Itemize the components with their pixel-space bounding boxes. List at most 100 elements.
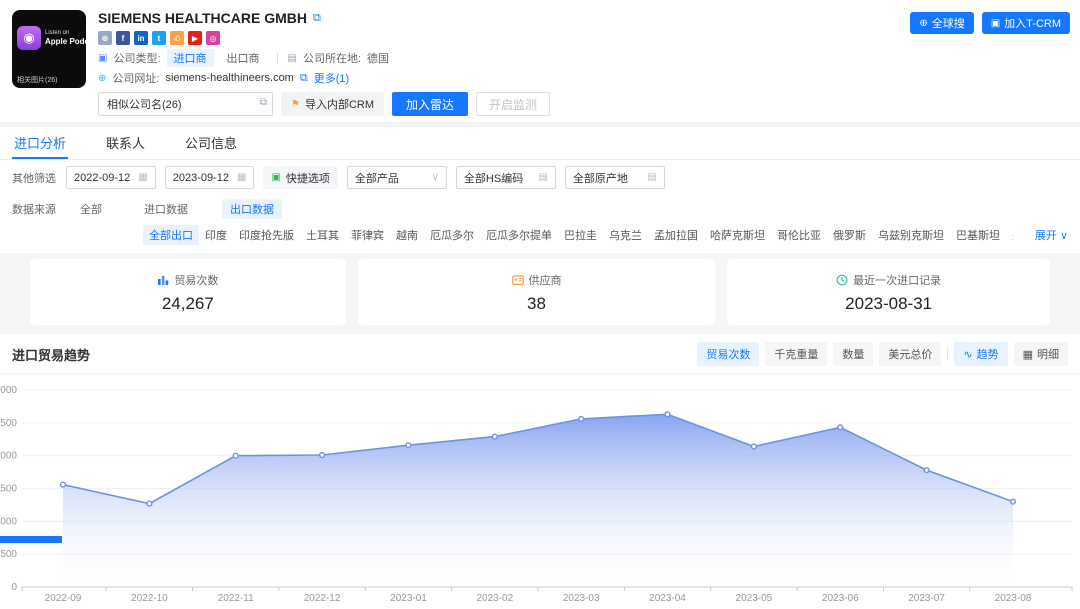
social-icon-twitter[interactable]: t <box>152 31 166 45</box>
country-tab[interactable]: 越南 <box>390 225 424 245</box>
filter-bar: 其他筛选 2022-09-12 ▦ 2023-09-12 ▦ ▣ 快捷选项 全部… <box>0 160 1080 195</box>
country-tab[interactable]: 厄瓜多尔 <box>424 225 480 245</box>
metric-toggle[interactable]: 千克重量 <box>765 342 827 366</box>
svg-text:3,000: 3,000 <box>0 385 17 396</box>
svg-text:2022-09: 2022-09 <box>45 593 82 604</box>
country-tab[interactable]: 乌克兰 <box>603 225 648 245</box>
logo-brand: Apple Podcasts <box>45 37 86 47</box>
country-tab[interactable]: 巴基斯坦 <box>950 225 1006 245</box>
datasource-option[interactable]: 全部 <box>72 199 110 219</box>
filter-label: 其他筛选 <box>12 170 56 186</box>
global-search-button[interactable]: ⊕ 全球搜 <box>910 12 973 34</box>
stat-value-last-import: 2023-08-31 <box>727 294 1050 314</box>
view-toggle-icon: ∿ <box>963 348 972 361</box>
country-tab[interactable]: 厄瓜多尔提单 <box>480 225 558 245</box>
clock-icon <box>836 274 848 286</box>
company-type-icon: ▣ <box>98 53 107 64</box>
svg-text:1,000: 1,000 <box>0 516 17 527</box>
link-icon[interactable]: ⧉ <box>260 97 267 108</box>
location-value: 德国 <box>367 50 389 66</box>
svg-text:2023-02: 2023-02 <box>476 593 513 604</box>
join-radar-button[interactable]: 加入雷达 <box>392 92 468 116</box>
date-from-picker[interactable]: 2022-09-12 ▦ <box>66 166 156 189</box>
main-tab[interactable]: 公司信息 <box>183 127 239 159</box>
start-monitor-button[interactable]: 开启监测 <box>476 92 550 116</box>
company-name: SIEMENS HEALTHCARE GMBH <box>98 10 307 26</box>
import-crm-button[interactable]: ⚑ 导入内部CRM <box>281 92 384 116</box>
view-toggle-detail[interactable]: ▦ 明细 <box>1014 342 1068 366</box>
list-icon: ▤ <box>647 172 656 183</box>
main-tab[interactable]: 联系人 <box>104 127 147 159</box>
country-tab[interactable]: 乌兹别克斯坦 <box>872 225 950 245</box>
stat-label: 最近一次进口记录 <box>853 272 941 288</box>
datasource-bar: 数据来源 全部进口数据出口数据 <box>0 195 1080 221</box>
logo-listen-on: Listen on <box>45 30 86 37</box>
svg-text:2023-05: 2023-05 <box>736 593 773 604</box>
country-tab[interactable]: 哥伦比亚 <box>771 225 827 245</box>
trend-area-chart[interactable]: 05001,0001,5002,0002,5003,000 2022-09202… <box>0 374 1080 604</box>
country-tab[interactable]: 菲律宾 <box>345 225 390 245</box>
stat-value-supplier: 38 <box>358 294 716 314</box>
svg-text:2023-03: 2023-03 <box>563 593 600 604</box>
country-tab[interactable]: 俄罗斯 <box>827 225 872 245</box>
divider <box>947 347 948 361</box>
importer-tag[interactable]: 进口商 <box>167 49 214 67</box>
datasource-option[interactable]: 进口数据 <box>136 199 196 219</box>
country-tab[interactable]: 孟加拉国 <box>648 225 704 245</box>
horizontal-scrollbar-thumb[interactable] <box>0 536 62 543</box>
svg-text:2,000: 2,000 <box>0 451 17 462</box>
supplier-icon <box>512 274 524 286</box>
svg-text:2,500: 2,500 <box>0 418 17 429</box>
trend-title: 进口贸易趋势 <box>12 345 697 364</box>
company-logo[interactable]: ◉ Listen on Apple Podcasts 相关图片(26) <box>12 10 86 88</box>
tcrm-icon: ▣ <box>991 18 1000 29</box>
copy-icon[interactable]: ⧉ <box>313 12 321 25</box>
country-tab[interactable]: 印度抢先版 <box>233 225 300 245</box>
country-tab[interactable]: 土耳其 <box>300 225 345 245</box>
country-bar: 全部出口印度印度抢先版土耳其菲律宾越南厄瓜多尔厄瓜多尔提单巴拉圭乌克兰孟加拉国哈… <box>0 221 1080 253</box>
metric-toggle[interactable]: 美元总价 <box>879 342 941 366</box>
country-tabs: 全部出口印度印度抢先版土耳其菲律宾越南厄瓜多尔厄瓜多尔提单巴拉圭乌克兰孟加拉国哈… <box>143 225 1013 245</box>
svg-text:1,500: 1,500 <box>0 484 17 495</box>
social-icon-website[interactable]: ⊕ <box>98 31 112 45</box>
social-icon-phone[interactable]: ✆ <box>170 31 184 45</box>
stat-card-last-import: 最近一次进口记录 2023-08-31 <box>727 259 1050 325</box>
origin-select[interactable]: 全部原产地 ▤ <box>565 166 665 189</box>
country-tab[interactable]: 全部出口 <box>143 225 199 245</box>
calendar-icon: ▦ <box>237 172 246 183</box>
social-icon-youtube[interactable]: ▶ <box>188 31 202 45</box>
list-icon: ▤ <box>538 172 547 183</box>
join-tcrm-button[interactable]: ▣ 加入T-CRM <box>982 12 1070 34</box>
country-tab[interactable]: 印度 <box>199 225 233 245</box>
apple-podcasts-icon: ◉ <box>17 26 41 50</box>
date-to-picker[interactable]: 2023-09-12 ▦ <box>165 166 255 189</box>
hs-code-select[interactable]: 全部HS编码 ▤ <box>456 166 556 189</box>
stat-card-trade-count: 贸易次数 24,267 <box>30 259 346 325</box>
website-copy-icon[interactable]: ⧉ <box>300 72 308 85</box>
quick-options-button[interactable]: ▣ 快捷选项 <box>263 166 337 189</box>
country-tab[interactable]: 墨西哥海运 <box>1006 225 1013 245</box>
social-icon-facebook[interactable]: f <box>116 31 130 45</box>
exporter-tag[interactable]: 出口商 <box>220 49 267 67</box>
social-icon-linkedin[interactable]: in <box>134 31 148 45</box>
svg-text:2022-12: 2022-12 <box>304 593 341 604</box>
country-tab[interactable]: 巴拉圭 <box>558 225 603 245</box>
metric-toggle[interactable]: 数量 <box>833 342 873 366</box>
similar-company-input[interactable] <box>98 92 273 116</box>
expand-link[interactable]: 展开 ∨ <box>1035 227 1068 243</box>
view-toggle-trend[interactable]: ∿ 趋势 <box>954 342 1007 366</box>
country-tab[interactable]: 哈萨克斯坦 <box>704 225 771 245</box>
metric-toggle[interactable]: 贸易次数 <box>697 342 759 366</box>
svg-text:500: 500 <box>0 549 17 560</box>
datasource-option[interactable]: 出口数据 <box>222 199 282 219</box>
website-value[interactable]: siemens-healthineers.com <box>165 72 293 84</box>
view-toggle-icon: ▦ <box>1023 348 1033 361</box>
company-type-label: 公司类型: <box>113 50 160 66</box>
trend-header: 进口贸易趋势 贸易次数千克重量数量美元总价 ∿ 趋势 ▦ 明细 <box>0 334 1080 374</box>
svg-text:2023-08: 2023-08 <box>995 593 1032 604</box>
main-tab[interactable]: 进口分析 <box>12 127 68 159</box>
more-link[interactable]: 更多(1) <box>314 70 349 86</box>
product-select[interactable]: 全部产品 ∨ <box>347 166 447 189</box>
svg-text:2023-07: 2023-07 <box>908 593 945 604</box>
social-icon-instagram[interactable]: ◎ <box>206 31 220 45</box>
